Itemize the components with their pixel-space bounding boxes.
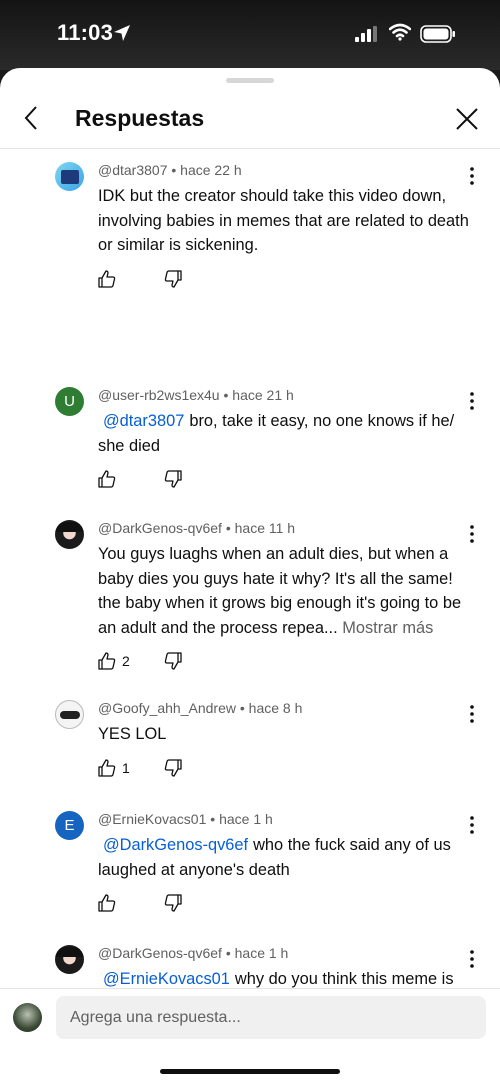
comment-text: You guys luaghs when an adult dies, but … <box>98 542 470 640</box>
status-bar: 11:03 <box>0 0 500 70</box>
thumbs-up-icon[interactable] <box>98 759 116 777</box>
thumbs-down-icon[interactable] <box>164 470 182 488</box>
comment-meta: @DarkGenos-qv6ef • hace 11 h <box>98 520 296 536</box>
comment-actions: 2 <box>98 649 182 673</box>
comment-author[interactable]: @DarkGenos-qv6ef <box>98 945 222 961</box>
thumbs-down-icon[interactable] <box>164 759 182 777</box>
mention-link[interactable]: @dtar3807 <box>98 412 189 430</box>
comment-meta: @DarkGenos-qv6ef • hace 1 h <box>98 945 289 961</box>
comment-text: IDK but the creator should take this vid… <box>98 187 469 254</box>
sheet-header: Respuestas <box>0 68 500 149</box>
comment-meta: @ErnieKovacs01 • hace 1 h <box>98 811 273 827</box>
thumbs-up-icon[interactable] <box>98 652 116 670</box>
comment-actions: 1 <box>98 756 182 780</box>
status-time: 11:03 <box>57 20 114 45</box>
comment-text: @dtar3807 bro, take it easy, no one knows… <box>98 409 470 458</box>
like-count: 1 <box>122 760 130 776</box>
reply-input[interactable] <box>56 996 486 1039</box>
thumbs-down-icon[interactable] <box>164 270 182 288</box>
avatar[interactable] <box>55 700 84 729</box>
comment-author[interactable]: @DarkGenos-qv6ef <box>98 520 222 536</box>
comment-actions <box>98 891 182 915</box>
comment-author[interactable]: @dtar3807 <box>98 162 167 178</box>
avatar[interactable] <box>55 162 84 191</box>
comment-time: hace 11 h <box>234 520 296 536</box>
comment-time: hace 1 h <box>219 811 273 827</box>
like-count: 2 <box>122 653 130 669</box>
location-arrow-icon <box>114 25 130 41</box>
avatar[interactable] <box>55 945 84 974</box>
comment-meta: @user-rb2ws1ex4u • hace 21 h <box>98 387 294 403</box>
comment-actions <box>98 467 182 491</box>
comment-author[interactable]: @user-rb2ws1ex4u <box>98 387 220 403</box>
current-user-avatar <box>13 1003 42 1032</box>
back-arrow-icon[interactable] <box>20 104 44 132</box>
comment-text: @DarkGenos-qv6ef who the fuck said any of… <box>98 833 470 882</box>
avatar[interactable]: E <box>55 811 84 840</box>
comment-text: @ErnieKovacs01 why do you think this meme… <box>98 967 470 988</box>
avatar[interactable] <box>55 520 84 549</box>
home-indicator[interactable] <box>160 1069 340 1074</box>
reply-composer <box>0 988 500 1084</box>
thumbs-down-icon[interactable] <box>164 652 182 670</box>
comment-meta: @Goofy_ahh_Andrew • hace 8 h <box>98 700 303 716</box>
comment-actions <box>98 267 182 291</box>
thumbs-down-icon[interactable] <box>164 894 182 912</box>
thumbs-up-icon[interactable] <box>98 894 116 912</box>
replies-sheet: Respuestas @dtar3807 • hace 22 h IDK but… <box>0 68 500 1084</box>
mention-link[interactable]: @DarkGenos-qv6ef <box>98 836 253 854</box>
mention-link[interactable]: @ErnieKovacs01 <box>98 970 235 988</box>
comment-time: hace 1 h <box>234 945 289 961</box>
avatar-letter: E <box>64 817 75 834</box>
battery-icon <box>420 25 455 43</box>
avatar-letter: U <box>64 393 75 410</box>
thumbs-up-icon[interactable] <box>98 270 116 288</box>
comment-time: hace 22 h <box>180 162 242 178</box>
comment-list: @dtar3807 • hace 22 h IDK but the creato… <box>0 150 500 988</box>
comment-time: hace 8 h <box>248 700 303 716</box>
page-title: Respuestas <box>75 105 205 131</box>
show-more-link[interactable]: Mostrar más <box>342 619 433 637</box>
comment-text: YES LOL <box>98 725 167 743</box>
comment-author[interactable]: @Goofy_ahh_Andrew <box>98 700 236 716</box>
thumbs-up-icon[interactable] <box>98 470 116 488</box>
avatar[interactable]: U <box>55 387 84 416</box>
close-icon[interactable] <box>454 106 480 132</box>
cellular-signal-icon <box>355 26 377 42</box>
comment-meta: @dtar3807 • hace 22 h <box>98 162 242 178</box>
comment-time: hace 21 h <box>232 387 294 403</box>
wifi-icon <box>389 23 411 41</box>
comment-author[interactable]: @ErnieKovacs01 <box>98 811 206 827</box>
